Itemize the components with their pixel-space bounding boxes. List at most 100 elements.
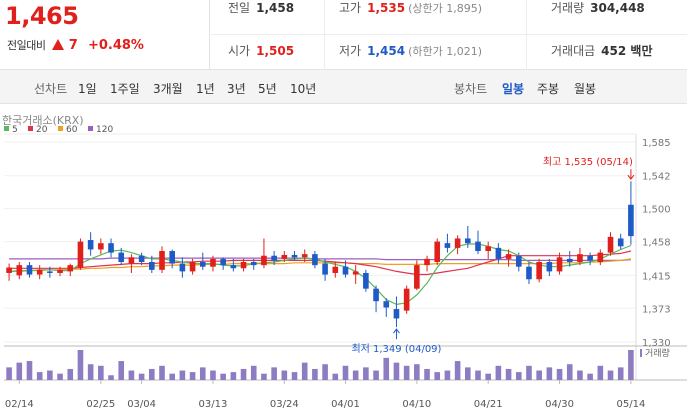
volume-bar bbox=[281, 370, 288, 380]
tab-1y[interactable]: 1년 bbox=[196, 80, 215, 97]
current-price: 1,465 bbox=[5, 2, 79, 30]
x-tick-label: 03/04 bbox=[127, 399, 156, 410]
candle-body bbox=[373, 288, 379, 302]
volume-bar bbox=[6, 367, 12, 380]
volume-bar bbox=[271, 367, 277, 380]
volume-bar bbox=[342, 365, 349, 380]
volume-bar bbox=[57, 373, 63, 380]
line-chart-heading: 선차트 bbox=[34, 82, 68, 96]
legend-swatch bbox=[4, 126, 9, 131]
candle-body bbox=[47, 271, 53, 273]
upper-limit: (상한가 1,895) bbox=[408, 2, 482, 15]
candle-body bbox=[628, 204, 634, 237]
volume-bar bbox=[77, 350, 84, 380]
low-label: 저가 bbox=[339, 44, 362, 58]
change-value: 7 bbox=[68, 38, 78, 53]
volume-bar bbox=[515, 372, 522, 380]
candle-body bbox=[179, 263, 186, 272]
quote-header: 1,465 전일대비 7 +0.48% 전일 1,458 고가 1,535 (상한가 … bbox=[0, 0, 687, 70]
tab-1d[interactable]: 1일 bbox=[78, 80, 97, 97]
volume-bar bbox=[250, 365, 257, 380]
volume-bar bbox=[189, 372, 196, 380]
volume-bar bbox=[108, 375, 114, 380]
volume-bar bbox=[628, 350, 634, 380]
volume-bar bbox=[393, 362, 400, 380]
min-annotation: 최저 1,349 (04/09) bbox=[351, 343, 441, 355]
volume-cell: 거래량 304,448 bbox=[551, 0, 645, 35]
volume-bar bbox=[291, 372, 298, 380]
candle-body bbox=[199, 262, 206, 267]
candle-body bbox=[250, 262, 257, 266]
candle-body bbox=[515, 255, 522, 267]
candle-body bbox=[77, 241, 84, 268]
volume-bar bbox=[607, 370, 614, 380]
volume-bar bbox=[373, 370, 379, 380]
candle-body bbox=[587, 255, 593, 261]
volume-bars: 거래량 bbox=[6, 347, 670, 380]
tab-3y[interactable]: 3년 bbox=[227, 80, 246, 97]
candle-body bbox=[526, 266, 532, 280]
x-tick-label: 04/10 bbox=[402, 399, 431, 410]
candle-body bbox=[393, 309, 400, 319]
lower-limit: (하한가 1,021) bbox=[408, 45, 482, 58]
volume-bar bbox=[312, 368, 318, 380]
candle-body bbox=[159, 251, 165, 270]
volume-bar bbox=[138, 373, 145, 380]
candlestick-chart: 한국거래소(KRX) 5 20 60 120 1,5851,5421,5001,458… bbox=[2, 114, 687, 410]
volume-bar bbox=[546, 367, 553, 380]
candle-body bbox=[363, 272, 369, 289]
volume-bar bbox=[322, 364, 328, 380]
prev-close-value: 1,458 bbox=[256, 1, 295, 15]
x-tick-label: 04/01 bbox=[331, 399, 360, 410]
volume-bar bbox=[383, 357, 390, 380]
volume-bar bbox=[414, 364, 420, 380]
candle-body bbox=[383, 301, 390, 308]
high-cell: 고가 1,535 (상한가 1,895) bbox=[339, 0, 482, 35]
change-label: 전일대비 bbox=[7, 39, 46, 52]
tab-monthly[interactable]: 월봉 bbox=[574, 80, 596, 97]
legend-swatch bbox=[88, 126, 93, 131]
prev-close-cell: 전일 1,458 bbox=[228, 0, 294, 35]
y-tick-label: 1,585 bbox=[642, 138, 671, 149]
x-tick-label: 03/13 bbox=[199, 399, 228, 410]
candle-body bbox=[505, 254, 512, 259]
volume-bar bbox=[587, 373, 593, 380]
y-tick-label: 1,458 bbox=[642, 238, 671, 249]
change-percent: +0.48% bbox=[87, 38, 144, 53]
candle-body bbox=[566, 258, 573, 262]
volume-bar bbox=[159, 365, 165, 380]
candle-body bbox=[261, 255, 267, 266]
candle-body bbox=[342, 266, 349, 275]
tab-weekly[interactable]: 주봉 bbox=[537, 80, 559, 97]
candle-body bbox=[465, 238, 471, 244]
candle-body bbox=[128, 257, 135, 264]
tab-3m[interactable]: 3개월 bbox=[153, 80, 183, 97]
candle-body bbox=[434, 241, 441, 262]
candle-body bbox=[230, 265, 237, 269]
volume-bar bbox=[526, 365, 532, 380]
volume-bar bbox=[301, 362, 308, 380]
volume-bar bbox=[556, 368, 563, 380]
candle-body bbox=[138, 255, 145, 262]
volume-bar bbox=[67, 368, 74, 380]
max-annotation: 최고 1,535 (05/14) bbox=[543, 156, 633, 168]
candle-body bbox=[210, 258, 216, 267]
candle-body bbox=[322, 263, 328, 275]
tab-5y[interactable]: 5년 bbox=[258, 80, 277, 97]
volume-bar bbox=[149, 368, 155, 380]
candle-body bbox=[169, 251, 175, 264]
volume-bar bbox=[179, 370, 186, 380]
tab-daily[interactable]: 일봉 bbox=[502, 80, 524, 97]
y-tick-label: 1,330 bbox=[642, 338, 671, 349]
candle-body bbox=[108, 243, 114, 253]
open-label: 시가 bbox=[228, 44, 251, 58]
tab-10y[interactable]: 10년 bbox=[290, 80, 316, 97]
volume-bar bbox=[118, 361, 125, 380]
tab-1w[interactable]: 1주일 bbox=[110, 80, 140, 97]
high-value: 1,535 bbox=[367, 1, 406, 15]
volume-bar bbox=[87, 364, 94, 380]
candle-body bbox=[617, 238, 624, 247]
candle-body bbox=[26, 265, 33, 275]
volume-bar bbox=[444, 370, 451, 380]
volume-bar bbox=[505, 368, 512, 380]
